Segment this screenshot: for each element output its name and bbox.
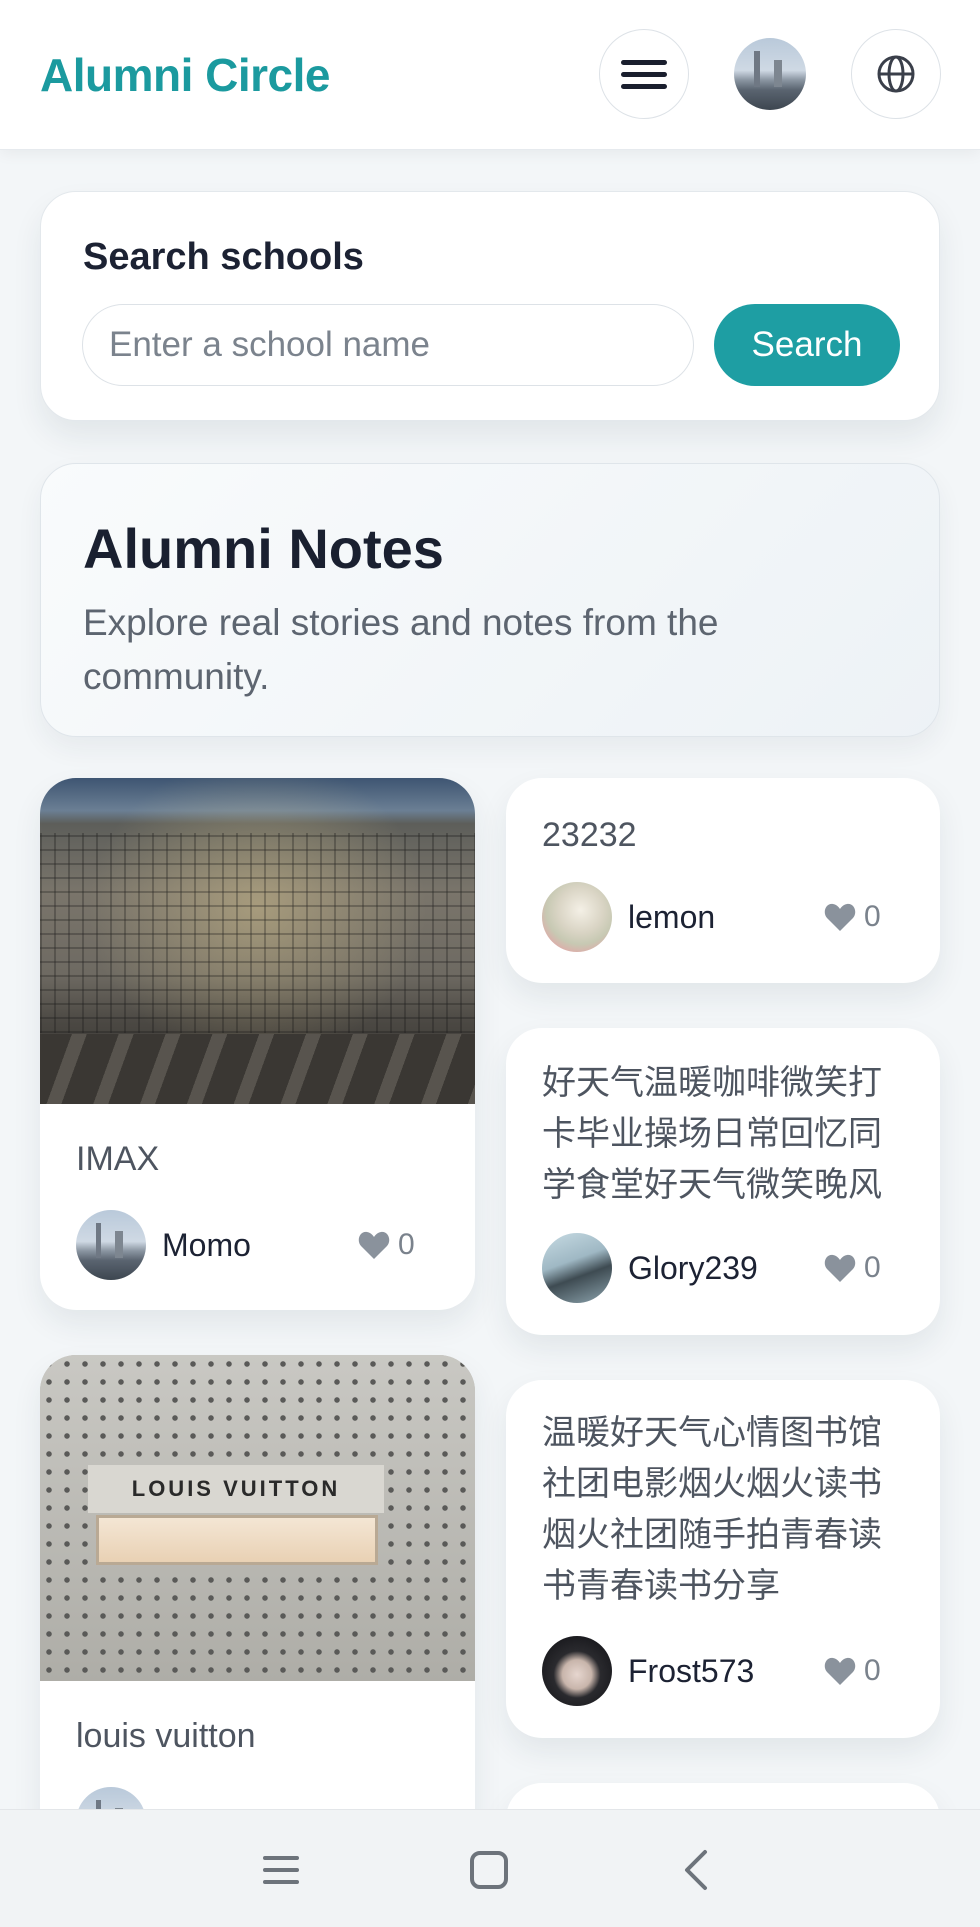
author-name: lemon (628, 898, 716, 935)
avatar (76, 1210, 146, 1280)
search-button[interactable]: Search (714, 304, 900, 386)
heart-icon (824, 1254, 856, 1282)
page-title: Alumni Notes (83, 517, 444, 580)
note-card[interactable]: 23232 lemon 0 (506, 778, 940, 983)
like-button[interactable]: 0 (824, 1636, 881, 1706)
like-count: 0 (864, 900, 881, 933)
hamburger-menu-icon (621, 53, 667, 96)
note-title: IMAX (76, 1140, 160, 1178)
avatar (542, 882, 612, 952)
home-icon[interactable] (467, 1848, 511, 1892)
note-image (40, 778, 475, 1104)
heart-icon (824, 903, 856, 931)
note-card[interactable]: LOUIS VUITTON louis vuitton (40, 1355, 475, 1875)
like-count: 0 (864, 1654, 881, 1687)
menu-button[interactable] (599, 29, 689, 119)
page-subtitle: Explore real stories and notes from the … (83, 602, 719, 697)
like-button[interactable]: 0 (824, 1233, 881, 1303)
author-name: Momo (162, 1226, 251, 1263)
like-count: 0 (864, 1251, 881, 1284)
avatar (542, 1233, 612, 1303)
note-image: LOUIS VUITTON (40, 1355, 475, 1681)
note-card[interactable]: 好天气温暖咖啡微笑打卡毕业操场日常回忆同学食堂好天气微笑晚风 Glory239 … (506, 1028, 940, 1335)
user-avatar[interactable] (734, 38, 806, 110)
note-text: 好天气温暖咖啡微笑打卡毕业操场日常回忆同学食堂好天气微笑晚风 (542, 1064, 882, 1204)
recent-apps-icon[interactable] (259, 1848, 303, 1892)
author-name: Glory239 (628, 1249, 758, 1286)
note-author[interactable]: Frost573 (542, 1636, 754, 1706)
note-author[interactable]: Momo (76, 1210, 251, 1280)
back-icon[interactable] (675, 1848, 719, 1892)
like-button[interactable]: 0 (824, 882, 881, 952)
alumni-notes-hero: Alumni Notes Explore real stories and no… (40, 463, 940, 737)
brand-logo[interactable]: Alumni Circle (40, 48, 331, 102)
like-button[interactable]: 0 (358, 1210, 415, 1280)
like-count: 0 (398, 1228, 415, 1261)
school-search-input[interactable] (82, 304, 694, 386)
school-search-card: Search schools Search (40, 191, 940, 421)
app-header: Alumni Circle (0, 0, 980, 150)
system-navigation-bar (0, 1809, 980, 1927)
search-title: Search schools (83, 236, 364, 278)
store-sign-photo: LOUIS VUITTON (88, 1465, 384, 1513)
heart-icon (824, 1657, 856, 1685)
avatar (542, 1636, 612, 1706)
author-name: Frost573 (628, 1652, 755, 1689)
note-author[interactable]: Glory239 (542, 1233, 758, 1303)
language-button[interactable] (851, 29, 941, 119)
note-card[interactable]: 温暖好天气心情图书馆社团电影烟火烟火读书烟火社团随手拍青春读书青春读书分享 Fr… (506, 1380, 940, 1738)
note-card[interactable]: IMAX Momo 0 (40, 778, 475, 1310)
note-text: 23232 (542, 816, 637, 854)
globe-icon (877, 55, 915, 93)
note-title: louis vuitton (76, 1717, 256, 1755)
note-author[interactable]: lemon (542, 882, 715, 952)
note-text: 温暖好天气心情图书馆社团电影烟火烟火读书烟火社团随手拍青春读书青春读书分享 (542, 1414, 882, 1605)
heart-icon (358, 1231, 390, 1259)
